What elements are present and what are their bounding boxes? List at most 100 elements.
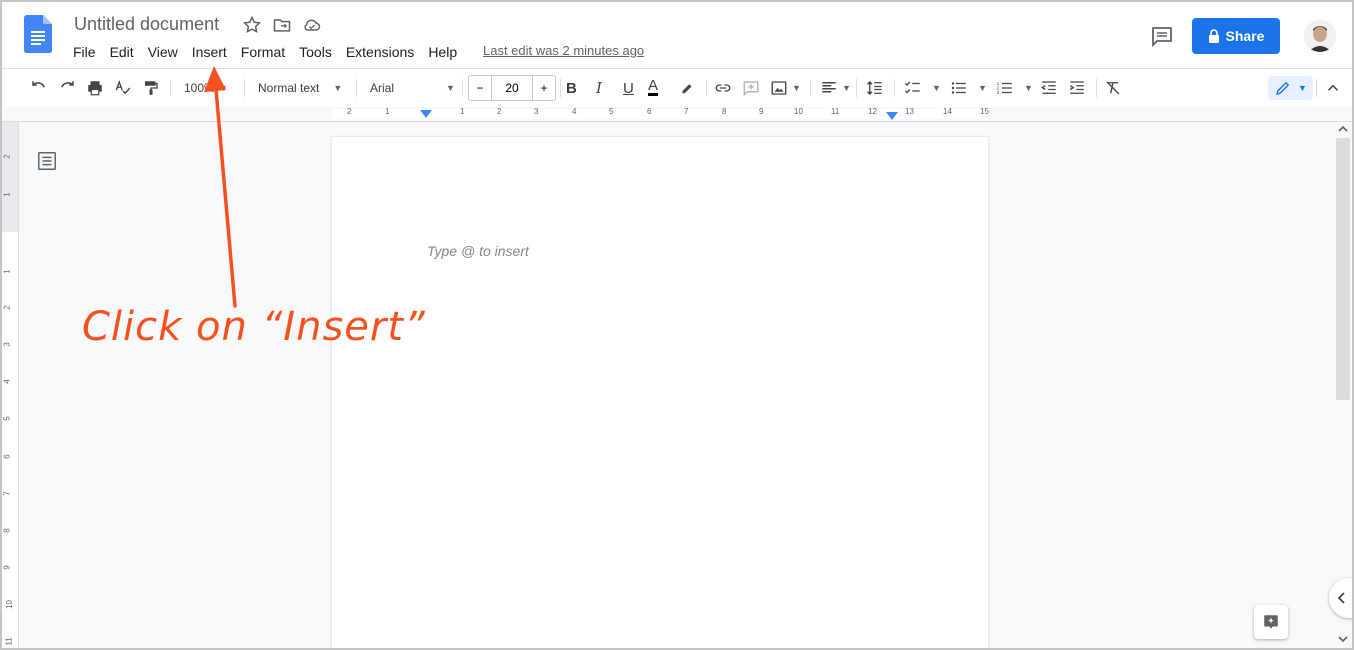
ruler-label: 6 bbox=[647, 107, 652, 116]
font-value: Arial bbox=[370, 81, 395, 95]
document-page[interactable]: Type @ to insert bbox=[332, 137, 988, 648]
style-value: Normal text bbox=[258, 81, 320, 95]
left-indent-marker-icon[interactable] bbox=[420, 110, 432, 119]
ruler-label: 2 bbox=[2, 154, 12, 159]
clear-formatting-button[interactable] bbox=[1104, 78, 1122, 98]
redo-button[interactable] bbox=[58, 78, 76, 98]
print-button[interactable] bbox=[86, 78, 104, 98]
line-spacing-icon bbox=[867, 81, 882, 95]
undo-icon bbox=[32, 81, 45, 88]
decrease-indent-button[interactable] bbox=[1040, 78, 1058, 98]
divider bbox=[170, 79, 171, 97]
spellcheck-button[interactable] bbox=[114, 78, 132, 98]
increase-font-size-button[interactable]: + bbox=[532, 76, 555, 100]
last-edit-link[interactable]: Last edit was 2 minutes ago bbox=[483, 43, 644, 58]
side-panel-toggle[interactable] bbox=[1329, 578, 1352, 618]
chevron-down-icon: ▼ bbox=[792, 83, 801, 93]
ruler-label: 1 bbox=[385, 107, 390, 116]
bulleted-list-icon bbox=[951, 82, 966, 94]
scroll-down-icon[interactable] bbox=[1337, 634, 1349, 644]
ruler-label: 1 bbox=[460, 107, 465, 116]
document-outline-icon[interactable] bbox=[36, 150, 58, 172]
checklist-button[interactable]: ▼ bbox=[904, 78, 941, 98]
comment-history-icon[interactable] bbox=[1150, 24, 1174, 48]
menu-edit[interactable]: Edit bbox=[103, 42, 141, 62]
hide-menus-button[interactable] bbox=[1324, 78, 1342, 98]
decrease-font-size-button[interactable]: − bbox=[469, 76, 492, 100]
divider bbox=[356, 79, 357, 97]
user-avatar-icon bbox=[1304, 20, 1336, 52]
share-label: Share bbox=[1225, 28, 1265, 44]
avatar[interactable] bbox=[1304, 20, 1336, 52]
increase-indent-button[interactable] bbox=[1068, 78, 1086, 98]
vertical-scrollbar[interactable] bbox=[1334, 122, 1352, 648]
ruler-label: 3 bbox=[2, 342, 12, 347]
print-icon bbox=[88, 81, 102, 96]
clear-formatting-icon bbox=[1106, 81, 1120, 95]
share-button[interactable]: Share bbox=[1192, 18, 1280, 54]
font-size-input[interactable]: 20 bbox=[492, 76, 532, 100]
paint-format-icon bbox=[145, 81, 158, 95]
menu-format[interactable]: Format bbox=[234, 42, 292, 62]
svg-text:3: 3 bbox=[997, 90, 1000, 95]
doc-title[interactable]: Untitled document bbox=[74, 14, 219, 35]
underline-button[interactable]: U bbox=[623, 78, 634, 98]
bold-icon: B bbox=[566, 79, 577, 97]
chevron-down-icon: ▼ bbox=[1298, 83, 1307, 93]
italic-button[interactable]: I bbox=[596, 78, 602, 98]
decrease-indent-icon bbox=[1040, 81, 1056, 94]
chevron-down-icon: ▼ bbox=[932, 83, 941, 93]
style-select[interactable]: Normal text ▼ bbox=[258, 78, 342, 98]
bold-button[interactable]: B bbox=[566, 78, 577, 98]
add-comment-icon bbox=[743, 81, 759, 97]
right-indent-marker-icon[interactable] bbox=[886, 112, 898, 120]
ruler-label: 5 bbox=[2, 416, 12, 421]
menu-file[interactable]: File bbox=[66, 42, 103, 62]
cloud-status-icon[interactable] bbox=[302, 15, 322, 35]
highlight-button[interactable] bbox=[678, 78, 696, 98]
font-select[interactable]: Arial ▼ bbox=[370, 78, 455, 98]
text-color-button[interactable]: A bbox=[648, 78, 659, 98]
ruler-label: 9 bbox=[759, 107, 764, 116]
divider bbox=[462, 79, 463, 97]
app-window: Untitled document File Edit View Insert … bbox=[0, 0, 1354, 650]
scroll-thumb[interactable] bbox=[1336, 138, 1350, 400]
menu-insert[interactable]: Insert bbox=[185, 42, 234, 62]
docs-logo-icon[interactable] bbox=[24, 15, 52, 53]
bulleted-list-button[interactable]: ▼ bbox=[950, 78, 987, 98]
paint-format-button[interactable] bbox=[142, 78, 160, 98]
menu-extensions[interactable]: Extensions bbox=[339, 42, 421, 62]
vertical-ruler[interactable]: 2 1 1 2 3 4 5 6 7 8 9 10 11 bbox=[2, 122, 19, 648]
ruler-label: 10 bbox=[4, 600, 14, 609]
move-folder-icon[interactable] bbox=[272, 15, 292, 35]
editing-mode-button[interactable]: ▼ bbox=[1268, 76, 1313, 100]
insert-placeholder: Type @ to insert bbox=[427, 243, 529, 259]
numbered-list-button[interactable]: 1 2 3 ▼ bbox=[996, 78, 1033, 98]
chevron-down-icon: ▼ bbox=[446, 83, 455, 93]
menu-help[interactable]: Help bbox=[421, 42, 464, 62]
add-comment-button[interactable] bbox=[742, 78, 760, 98]
checklist-icon bbox=[905, 81, 920, 94]
explore-button[interactable] bbox=[1254, 605, 1288, 639]
undo-button[interactable] bbox=[30, 78, 48, 98]
annotation-text: Click on “Insert” bbox=[82, 304, 426, 350]
explore-icon bbox=[1264, 615, 1278, 629]
ruler-label: 8 bbox=[2, 528, 12, 533]
ruler-label: 13 bbox=[905, 107, 914, 116]
ruler-label: 6 bbox=[2, 454, 12, 459]
ruler-label: 3 bbox=[534, 107, 539, 116]
scroll-up-icon[interactable] bbox=[1337, 124, 1349, 134]
line-spacing-button[interactable] bbox=[866, 78, 884, 98]
align-button[interactable]: ▼ bbox=[820, 78, 851, 98]
ruler-label: 1 bbox=[2, 269, 12, 274]
numbered-list-icon: 123 bbox=[997, 81, 1012, 95]
annotation-arrow-icon bbox=[204, 66, 237, 308]
insert-link-button[interactable] bbox=[714, 78, 732, 98]
ruler-label: 12 bbox=[868, 107, 877, 116]
menu-tools[interactable]: Tools bbox=[292, 42, 339, 62]
ruler-label: 4 bbox=[2, 379, 12, 384]
menu-view[interactable]: View bbox=[141, 42, 185, 62]
divider bbox=[560, 79, 561, 97]
star-icon[interactable] bbox=[242, 15, 262, 35]
insert-image-button[interactable]: ▼ bbox=[770, 78, 801, 98]
